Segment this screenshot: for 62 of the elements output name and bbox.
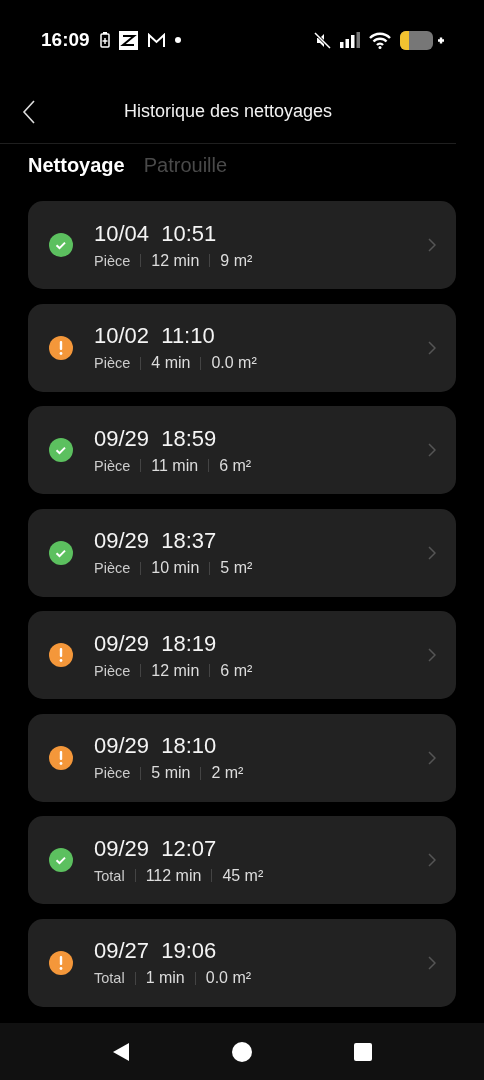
record-duration: 12 min bbox=[151, 251, 200, 270]
chevron-right-icon bbox=[428, 545, 436, 560]
record-card[interactable]: 09/29 18:19 Pièce 12 min 6 m² bbox=[28, 611, 456, 699]
record-card[interactable]: 09/27 19:06 Total 1 min 0.0 m² bbox=[28, 918, 456, 1007]
record-datetime: 10/02 11:10 bbox=[94, 323, 216, 349]
record-datetime: 09/29 18:19 bbox=[94, 630, 218, 657]
record-area: 5 m² bbox=[220, 559, 253, 577]
record-duration: 12 min bbox=[151, 661, 200, 680]
z-app-icon bbox=[118, 30, 138, 50]
back-nav-button[interactable] bbox=[112, 1041, 130, 1062]
record-area: 2 m² bbox=[211, 764, 244, 782]
chevron-right-icon bbox=[428, 340, 436, 355]
record-datetime: 09/27 19:06 bbox=[94, 938, 218, 964]
record-datetime: 09/29 18:10 bbox=[94, 733, 218, 759]
home-nav-button[interactable] bbox=[232, 1041, 252, 1062]
chevron-right-icon bbox=[428, 648, 436, 662]
record-area: 9 m² bbox=[220, 251, 253, 270]
record-area: 0.0 m² bbox=[211, 354, 257, 372]
record-datetime: 09/29 12:07 bbox=[94, 835, 218, 862]
chevron-right-icon bbox=[428, 238, 436, 252]
record-area: 6 m² bbox=[219, 456, 252, 475]
record-duration: 112 min bbox=[145, 866, 202, 885]
record-area: 0.0 m² bbox=[205, 969, 252, 987]
chevron-right-icon bbox=[428, 853, 436, 867]
chevron-right-icon bbox=[428, 750, 436, 765]
signal-icon bbox=[340, 32, 360, 48]
battery-saver-icon bbox=[99, 32, 110, 48]
mute-icon bbox=[314, 31, 331, 49]
record-duration: 1 min bbox=[145, 969, 185, 987]
record-card[interactable]: 09/29 18:10 Pièce 5 min 2 m² bbox=[28, 713, 456, 802]
record-mode: Pièce bbox=[94, 355, 131, 371]
chevron-right-icon bbox=[428, 443, 436, 457]
record-mode: Total bbox=[94, 970, 125, 986]
record-mode: Pièce bbox=[94, 765, 131, 781]
record-card[interactable]: 09/29 18:37 Pièce 10 min 5 m² bbox=[28, 508, 456, 597]
record-area: 45 m² bbox=[222, 866, 264, 885]
record-card[interactable]: 10/04 10:51 Pièce 12 min 9 m² bbox=[28, 201, 456, 289]
recents-nav-button[interactable] bbox=[354, 1042, 372, 1061]
record-area: 6 m² bbox=[220, 661, 253, 680]
record-card[interactable]: 10/02 11:10 Pièce 4 min 0.0 m² bbox=[28, 303, 456, 392]
record-datetime: 09/29 18:37 bbox=[94, 528, 218, 554]
battery-charging-icon bbox=[400, 30, 444, 50]
record-duration: 11 min bbox=[151, 456, 199, 475]
record-datetime: 10/04 10:51 bbox=[94, 220, 218, 247]
record-card[interactable]: 09/29 18:59 Pièce 11 min 6 m² bbox=[28, 406, 456, 494]
wifi-icon bbox=[369, 31, 391, 49]
mail-icon bbox=[146, 32, 166, 48]
record-mode: Pièce bbox=[94, 560, 131, 576]
record-duration: 4 min bbox=[151, 354, 191, 372]
record-datetime: 09/29 18:59 bbox=[94, 425, 218, 452]
page-title: Historique des nettoyages bbox=[123, 101, 333, 122]
tab[interactable]: Nettoyage bbox=[28, 153, 125, 177]
chevron-right-icon bbox=[428, 955, 436, 970]
record-mode: Pièce bbox=[94, 252, 131, 269]
record-mode: Pièce bbox=[94, 457, 131, 474]
record-duration: 10 min bbox=[151, 559, 200, 577]
record-card[interactable]: 09/29 12:07 Total 112 min 45 m² bbox=[28, 816, 456, 904]
dot-icon bbox=[174, 37, 181, 43]
record-mode: Total bbox=[94, 867, 125, 884]
clock: 16:09 bbox=[41, 29, 90, 51]
record-duration: 5 min bbox=[151, 764, 191, 782]
record-mode: Pièce bbox=[94, 662, 131, 679]
